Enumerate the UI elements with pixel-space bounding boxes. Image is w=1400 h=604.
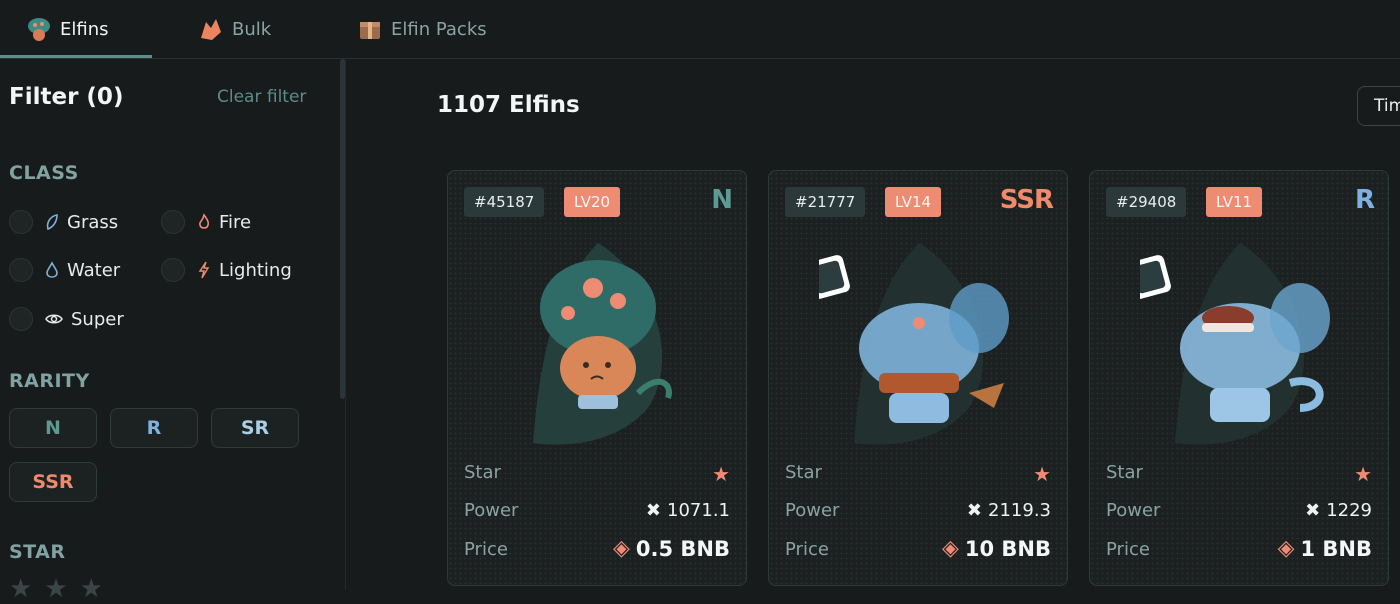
star-icon: ★	[1354, 462, 1372, 486]
power-number: 1071.1	[667, 500, 730, 521]
eye-icon	[45, 314, 63, 324]
star-icon: ★	[1033, 462, 1051, 486]
class-filter-lighting[interactable]: Lighting	[161, 258, 292, 282]
price-amount: 1 BNB	[1300, 536, 1372, 561]
elfin-artwork-water	[819, 243, 1009, 445]
star-label: Star	[785, 462, 822, 483]
price-label: Price	[1106, 539, 1150, 560]
power-label: Power	[464, 500, 519, 521]
power-icon: ✖	[1305, 500, 1321, 521]
rarity-filter-n[interactable]: N	[9, 408, 97, 448]
price-value: ◈ 10 BNB	[942, 536, 1051, 561]
power-value: ✖ 1229	[1305, 500, 1372, 521]
elfin-card[interactable]: #29408 LV11 R Star ★ Power ✖ 1229 Price ◈…	[1089, 170, 1389, 586]
class-label: Lighting	[219, 259, 292, 281]
tab-bulk[interactable]: Bulk	[198, 0, 271, 58]
elfin-card[interactable]: #21777 LV14 SSR Star ★ Power ✖ 2119.3 Pri…	[768, 170, 1068, 586]
leaf-icon	[46, 214, 58, 231]
elfin-count-title: 1107 Elfins	[437, 92, 580, 118]
class-filter-water[interactable]: Water	[9, 258, 120, 282]
level-badge: LV14	[885, 187, 942, 217]
price-amount: 0.5 BNB	[635, 536, 730, 561]
price-label: Price	[464, 539, 508, 560]
class-section-title: CLASS	[9, 162, 79, 184]
class-label: Grass	[67, 211, 119, 233]
class-label: Fire	[219, 211, 252, 233]
class-filter-super[interactable]: Super	[9, 307, 124, 331]
elfin-id-badge: #21777	[785, 187, 866, 217]
star-icon[interactable]: ★	[9, 574, 32, 604]
class-filter-grass[interactable]: Grass	[9, 210, 118, 234]
bnb-icon: ◈	[941, 536, 959, 561]
lightning-icon	[198, 261, 210, 279]
tab-elfins-label: Elfins	[60, 18, 109, 40]
star-rating: ★	[1354, 462, 1372, 486]
star-rating: ★	[1033, 462, 1051, 486]
sidebar-scrollbar[interactable]	[340, 59, 345, 399]
rarity-mark: N	[711, 185, 733, 215]
star-section-title: STAR	[9, 541, 66, 563]
star-filter-row[interactable]: ★ ★ ★	[9, 574, 103, 604]
star-rating: ★	[712, 462, 730, 486]
rarity-section-title: RARITY	[9, 370, 90, 392]
power-label: Power	[785, 500, 840, 521]
elfin-artwork-water	[1140, 243, 1330, 445]
sort-dropdown[interactable]: Tim	[1357, 86, 1400, 126]
star-label: Star	[464, 462, 501, 483]
active-tab-indicator	[0, 55, 152, 58]
top-navigation: Elfins Bulk Elfin Packs	[0, 0, 1400, 59]
power-label: Power	[1106, 500, 1161, 521]
rarity-mark: SSR	[999, 185, 1054, 215]
droplet-icon	[46, 261, 58, 278]
rarity-filter-ssr[interactable]: SSR	[9, 462, 97, 502]
flame-icon	[199, 213, 210, 229]
clear-filter-link[interactable]: Clear filter	[217, 87, 306, 107]
class-label: Super	[71, 308, 124, 330]
bnb-icon: ◈	[1277, 536, 1295, 561]
tab-elfin-packs-label: Elfin Packs	[391, 18, 487, 40]
star-icon[interactable]: ★	[44, 574, 67, 604]
level-badge: LV20	[564, 187, 621, 217]
filter-title: Filter (0)	[9, 84, 124, 110]
price-amount: 10 BNB	[964, 536, 1051, 561]
elfin-artwork-grass	[533, 243, 672, 445]
rarity-filter-sr[interactable]: SR	[211, 408, 299, 448]
tab-elfin-packs[interactable]: Elfin Packs	[357, 0, 487, 58]
checkbox[interactable]	[161, 258, 185, 282]
elfin-mushroom-icon	[28, 18, 50, 41]
checkbox[interactable]	[9, 210, 33, 234]
elfin-id-badge: #29408	[1106, 187, 1187, 217]
checkbox[interactable]	[9, 258, 33, 282]
tab-elfins[interactable]: Elfins	[26, 0, 109, 58]
price-label: Price	[785, 539, 829, 560]
rarity-filter-r[interactable]: R	[110, 408, 198, 448]
bulk-leaf-icon	[201, 19, 221, 40]
power-icon: ✖	[645, 500, 662, 521]
star-label: Star	[1106, 462, 1143, 483]
class-filter-fire[interactable]: Fire	[161, 210, 251, 234]
pack-box-icon	[360, 22, 380, 39]
checkbox[interactable]	[161, 210, 185, 234]
class-label: Water	[67, 259, 121, 281]
checkbox[interactable]	[9, 307, 33, 331]
power-number: 2119.3	[988, 500, 1051, 521]
elfin-card[interactable]: #45187 LV20 N Star ★ Power ✖ 1071.1 Price…	[447, 170, 747, 586]
level-badge: LV11	[1206, 187, 1263, 217]
tab-bulk-label: Bulk	[232, 18, 272, 40]
elfin-id-badge: #45187	[464, 187, 545, 217]
power-value: ✖ 2119.3	[967, 500, 1051, 521]
bnb-icon: ◈	[612, 536, 630, 561]
price-value: ◈ 1 BNB	[1278, 536, 1372, 561]
rarity-mark: R	[1354, 185, 1375, 215]
star-icon[interactable]: ★	[80, 574, 103, 604]
power-number: 1229	[1326, 500, 1372, 521]
power-icon: ✖	[966, 500, 983, 521]
star-icon: ★	[712, 462, 730, 486]
price-value: ◈ 0.5 BNB	[613, 536, 730, 561]
power-value: ✖ 1071.1	[646, 500, 730, 521]
